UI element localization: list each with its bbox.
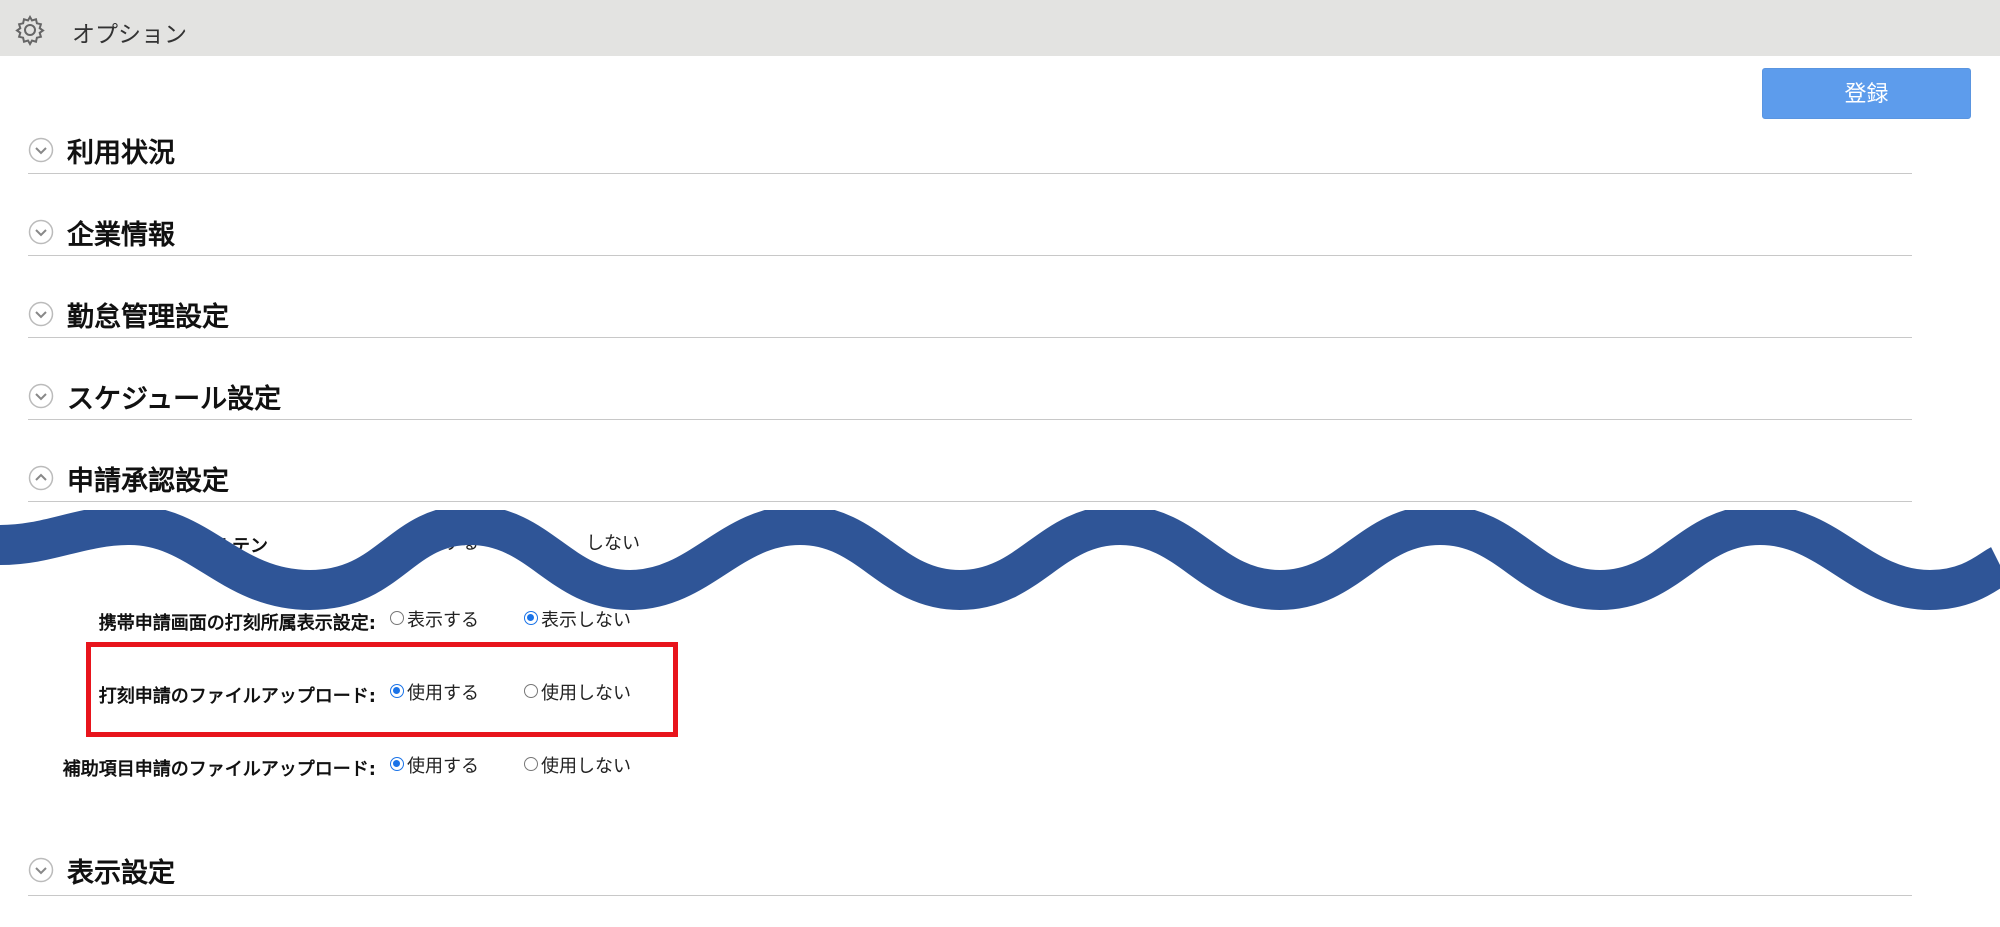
chevron-down-icon: [28, 857, 54, 883]
section-header[interactable]: 申請承認設定: [28, 459, 1912, 499]
section-header[interactable]: 企業情報: [28, 213, 1912, 253]
section-usage: 利用状況: [28, 131, 1912, 174]
section-title: スケジュール設定: [67, 384, 282, 415]
wave-cut-decoration: [0, 510, 2000, 611]
setting-row-aux-file-upload: 補助項目申請のファイルアップロード: 使用する 使用しない: [0, 755, 2000, 785]
section-divider: [28, 895, 1912, 896]
setting-label: 補助項目申請のファイルアップロード:: [62, 759, 376, 780]
section-title: 表示設定: [67, 858, 175, 889]
section-attendance-settings: 勤怠管理設定: [28, 295, 1912, 338]
register-button[interactable]: 登録: [1762, 68, 1971, 119]
section-divider: [28, 255, 1912, 256]
section-approval-settings: 申請承認設定: [28, 459, 1912, 502]
chevron-down-icon: [28, 301, 54, 327]
option-label: 使用する: [407, 756, 479, 777]
chevron-down-icon: [28, 137, 54, 163]
section-schedule-settings: スケジュール設定: [28, 377, 1912, 420]
top-bar: オプション: [0, 0, 2000, 56]
section-divider: [28, 501, 1912, 502]
radio-button[interactable]: [390, 757, 404, 771]
section-header[interactable]: 表示設定: [28, 851, 1912, 891]
option-label: 使用しない: [541, 756, 631, 777]
section-title: 利用状況: [67, 138, 175, 169]
section-divider: [28, 337, 1912, 338]
section-title: 勤怠管理設定: [67, 302, 229, 333]
section-company-info: 企業情報: [28, 213, 1912, 256]
section-display-settings: 表示設定: [28, 851, 1912, 896]
chevron-up-icon: [28, 465, 54, 491]
section-header[interactable]: 勤怠管理設定: [28, 295, 1912, 335]
radio-button[interactable]: [524, 757, 538, 771]
gear-icon: [15, 14, 45, 46]
section-title: 企業情報: [67, 220, 175, 251]
chevron-down-icon: [28, 383, 54, 409]
section-divider: [28, 419, 1912, 420]
chevron-down-icon: [28, 219, 54, 245]
highlight-box: [86, 642, 678, 737]
section-header[interactable]: スケジュール設定: [28, 377, 1912, 417]
page-title: オプション: [72, 22, 187, 48]
section-divider: [28, 173, 1912, 174]
section-header[interactable]: 利用状況: [28, 131, 1912, 171]
section-title: 申請承認設定: [67, 466, 229, 497]
